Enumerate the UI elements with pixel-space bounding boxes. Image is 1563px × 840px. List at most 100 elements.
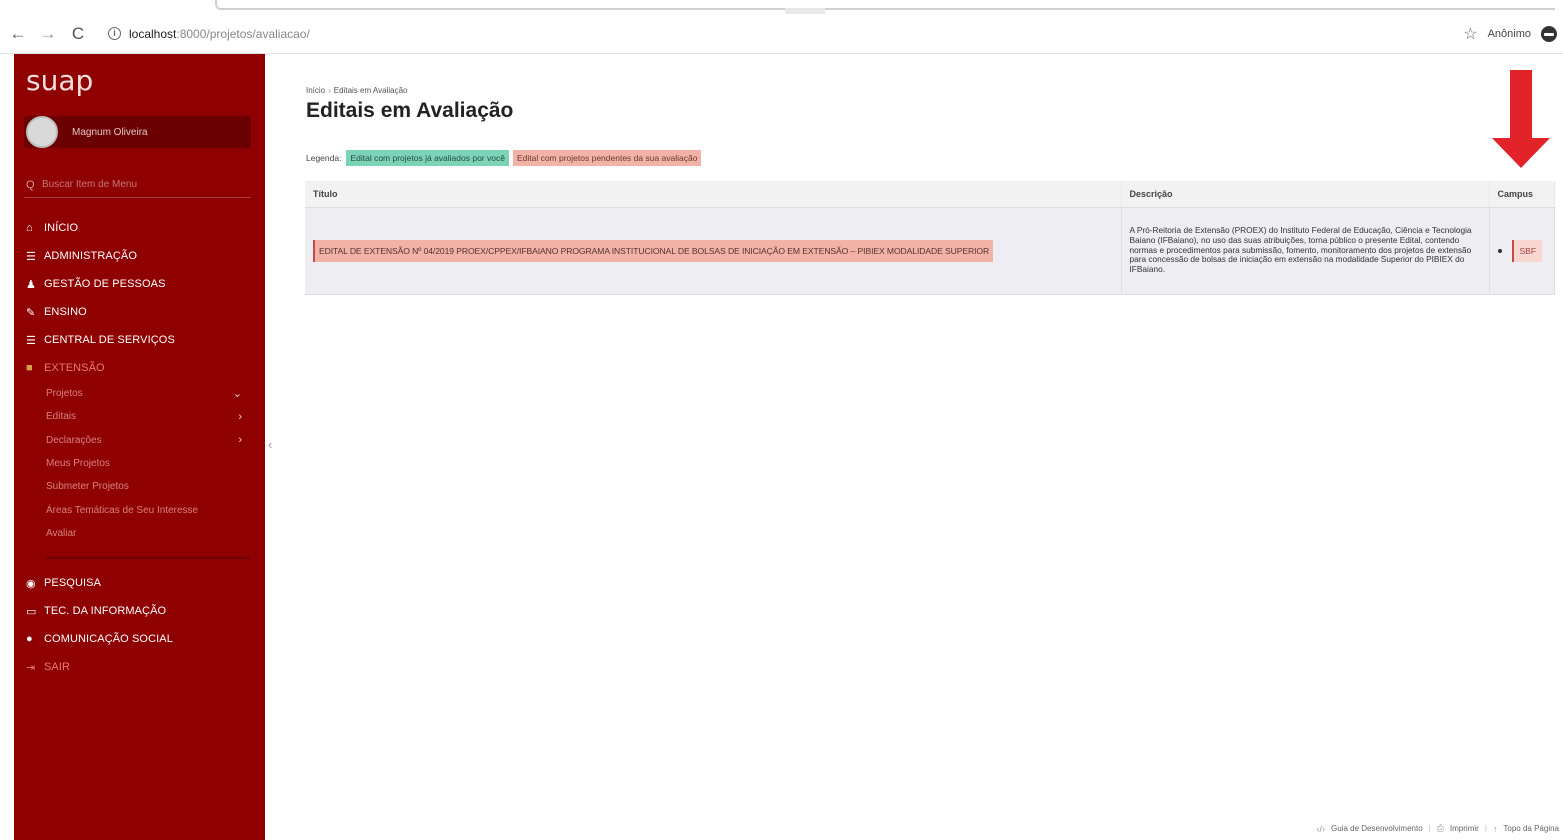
reload-icon[interactable]: C — [66, 24, 90, 44]
briefcase-icon: ■ — [26, 362, 33, 374]
footer-print-link[interactable]: Imprimir — [1450, 824, 1479, 833]
legend-pending: Edital com projetos pendentes da sua ava… — [512, 150, 702, 166]
forward-icon[interactable]: → — [36, 24, 60, 44]
row-campus-cell: SBF — [1489, 207, 1555, 295]
legend-evaluated: Edital com projetos já avaliados por voc… — [346, 150, 509, 166]
sidebar-item-label: ENSINO — [44, 306, 87, 318]
sidebar-item-tec-informacao[interactable]: ▭ TEC. DA INFORMAÇÃO — [26, 597, 252, 625]
edital-title-link[interactable]: EDITAL DE EXTENSÃO Nº 04/2019 PROEX/CPPE… — [313, 239, 994, 262]
sidebar-item-label: SAIR — [44, 661, 71, 674]
sidebar-item-gestao-pessoas[interactable]: ♟ GESTÃO DE PESSOAS — [26, 270, 252, 298]
sidebar-item-inicio[interactable]: ⌂ INÍCIO — [26, 214, 252, 242]
collapse-sidebar-icon[interactable]: ‹ — [268, 437, 272, 452]
legend: Legenda: Edital com projetos já avaliado… — [306, 150, 1556, 166]
sidebar-item-label: GESTÃO DE PESSOAS — [44, 278, 166, 290]
page-title: Editais em Avaliação — [306, 99, 514, 122]
row-description: A Pró-Reitoria de Extensão (PROEX) do In… — [1121, 207, 1490, 295]
submenu-editais[interactable]: Editais › — [26, 405, 252, 428]
column-title[interactable]: Título — [305, 181, 1122, 208]
submenu-label: Avaliar — [46, 527, 77, 539]
sidebar-item-label: COMUNICAÇÃO SOCIAL — [44, 633, 173, 646]
sidebar-item-label: CENTRAL DE SERVIÇOS — [44, 334, 175, 346]
window-edge — [0, 54, 14, 840]
footer: ‹/› Guia de Desenvolvimento | ⎙ Imprimir… — [1317, 823, 1559, 834]
incognito-icon[interactable] — [1541, 26, 1557, 42]
footer-separator: | — [1484, 824, 1487, 833]
submenu-label: Meus Projetos — [46, 458, 110, 470]
print-icon: ⎙ — [1436, 823, 1444, 833]
sidebar-item-label: TEC. DA INFORMAÇÃO — [44, 605, 167, 618]
tab-outline — [215, 0, 1555, 10]
submenu-submeter-projetos[interactable]: Submeter Projetos — [26, 475, 252, 498]
column-description[interactable]: Descrição — [1121, 181, 1490, 208]
search-placeholder: Buscar Item de Menu — [42, 179, 138, 190]
arrow-up-icon: ↑ — [1492, 823, 1498, 834]
address-bar[interactable]: i localhost:8000/projetos/avaliacao/ — [100, 20, 318, 48]
sidebar-item-administracao[interactable]: ☰ ADMINISTRAÇÃO — [26, 242, 252, 270]
sidebar-item-central-servicos[interactable]: ☰ CENTRAL DE SERVIÇOS — [26, 326, 252, 354]
list-icon: ☰ — [26, 334, 36, 347]
sidebar-item-label: EXTENSÃO — [44, 362, 105, 374]
submenu-label: Áreas Temáticas de Seu Interesse — [46, 504, 199, 516]
menu-divider — [46, 557, 250, 560]
submenu-label: Projetos — [46, 388, 83, 400]
row-title-cell: EDITAL DE EXTENSÃO Nº 04/2019 PROEX/CPPE… — [305, 207, 1122, 295]
menu-search[interactable]: Q Buscar Item de Menu — [24, 172, 251, 198]
browser-tabstrip — [0, 0, 1563, 14]
submenu-projetos[interactable]: Projetos ⌄ — [26, 382, 252, 405]
sidebar-item-extensao[interactable]: ■ EXTENSÃO — [26, 354, 252, 382]
sidebar-item-sair[interactable]: ⇥ SAIR — [26, 653, 252, 681]
logout-icon: ⇥ — [26, 661, 36, 674]
code-icon: ‹/› — [1316, 823, 1326, 834]
sidebar-item-label: PESQUISA — [44, 577, 102, 590]
url-path: :8000/projetos/avaliacao/ — [176, 26, 310, 41]
suap-logo[interactable]: suap — [26, 64, 93, 97]
browser-toolbar: ← → C i localhost:8000/projetos/avaliaca… — [0, 14, 1563, 54]
footer-top-link[interactable]: Topo da Página — [1503, 824, 1559, 833]
user-box[interactable]: Magnum Oliveira — [24, 116, 251, 148]
chevron-down-icon: ⌄ — [232, 388, 242, 401]
chevron-right-icon: › — [238, 434, 242, 447]
submenu-areas-tematicas[interactable]: Áreas Temáticas de Seu Interesse — [26, 498, 252, 521]
chevron-right-icon: › — [238, 410, 242, 423]
list-icon: ☰ — [26, 250, 36, 263]
submenu-label: Editais — [46, 411, 77, 423]
laptop-icon: ▭ — [26, 605, 37, 618]
editais-table: Título Descrição Campus EDITAL DE EXTENS… — [305, 181, 1555, 295]
chat-icon: ● — [26, 633, 33, 646]
info-icon[interactable]: i — [108, 27, 121, 40]
pencil-icon: ✎ — [26, 306, 36, 319]
breadcrumb-separator: › — [328, 86, 331, 95]
column-campus[interactable]: Campus — [1489, 181, 1555, 208]
sidebar-item-ensino[interactable]: ✎ ENSINO — [26, 298, 252, 326]
back-icon[interactable]: ← — [6, 24, 30, 44]
breadcrumb-current: Editais em Avaliação — [333, 86, 408, 95]
sidebar-item-label: INÍCIO — [44, 222, 79, 234]
table-row[interactable]: EDITAL DE EXTENSÃO Nº 04/2019 PROEX/CPPE… — [305, 207, 1555, 295]
red-arrow-annotation — [1492, 70, 1550, 168]
profile-label[interactable]: Anônimo — [1488, 28, 1531, 40]
main-content: Início › Editais em Avaliação Editais em A… — [306, 86, 1556, 166]
sidebar-item-pesquisa[interactable]: ◉ PESQUISA — [26, 569, 252, 597]
people-icon: ♟ — [26, 278, 36, 291]
submenu-label: Submeter Projetos — [46, 481, 129, 493]
home-icon: ⌂ — [26, 222, 33, 234]
sidebar-menu: ⌂ INÍCIO ☰ ADMINISTRAÇÃO ♟ GESTÃO DE PESSOA… — [26, 214, 252, 681]
user-name: Magnum Oliveira — [72, 126, 148, 138]
breadcrumb: Início › Editais em Avaliação — [306, 86, 1556, 95]
search-icon: Q — [26, 178, 35, 191]
legend-label: Legenda: — [306, 153, 342, 163]
bookmark-star-icon[interactable]: ☆ — [1463, 24, 1477, 44]
sidebar-item-comunicacao-social[interactable]: ● COMUNICAÇÃO SOCIAL — [26, 625, 252, 653]
url-host: localhost — [129, 26, 177, 41]
submenu-meus-projetos[interactable]: Meus Projetos — [26, 452, 252, 475]
table-header-row: Título Descrição Campus — [305, 181, 1555, 208]
submenu-declaracoes[interactable]: Declarações › — [26, 429, 252, 452]
submenu-avaliar[interactable]: Avaliar — [26, 522, 252, 545]
globe-icon: ◉ — [26, 577, 36, 590]
sidebar: suap Magnum Oliveira Q Buscar Item de Me… — [14, 54, 265, 840]
breadcrumb-home[interactable]: Início — [306, 86, 325, 95]
submenu-label: Declarações — [46, 434, 102, 446]
campus-tag: SBF — [1511, 239, 1543, 262]
footer-guide-link[interactable]: Guia de Desenvolvimento — [1331, 824, 1423, 833]
